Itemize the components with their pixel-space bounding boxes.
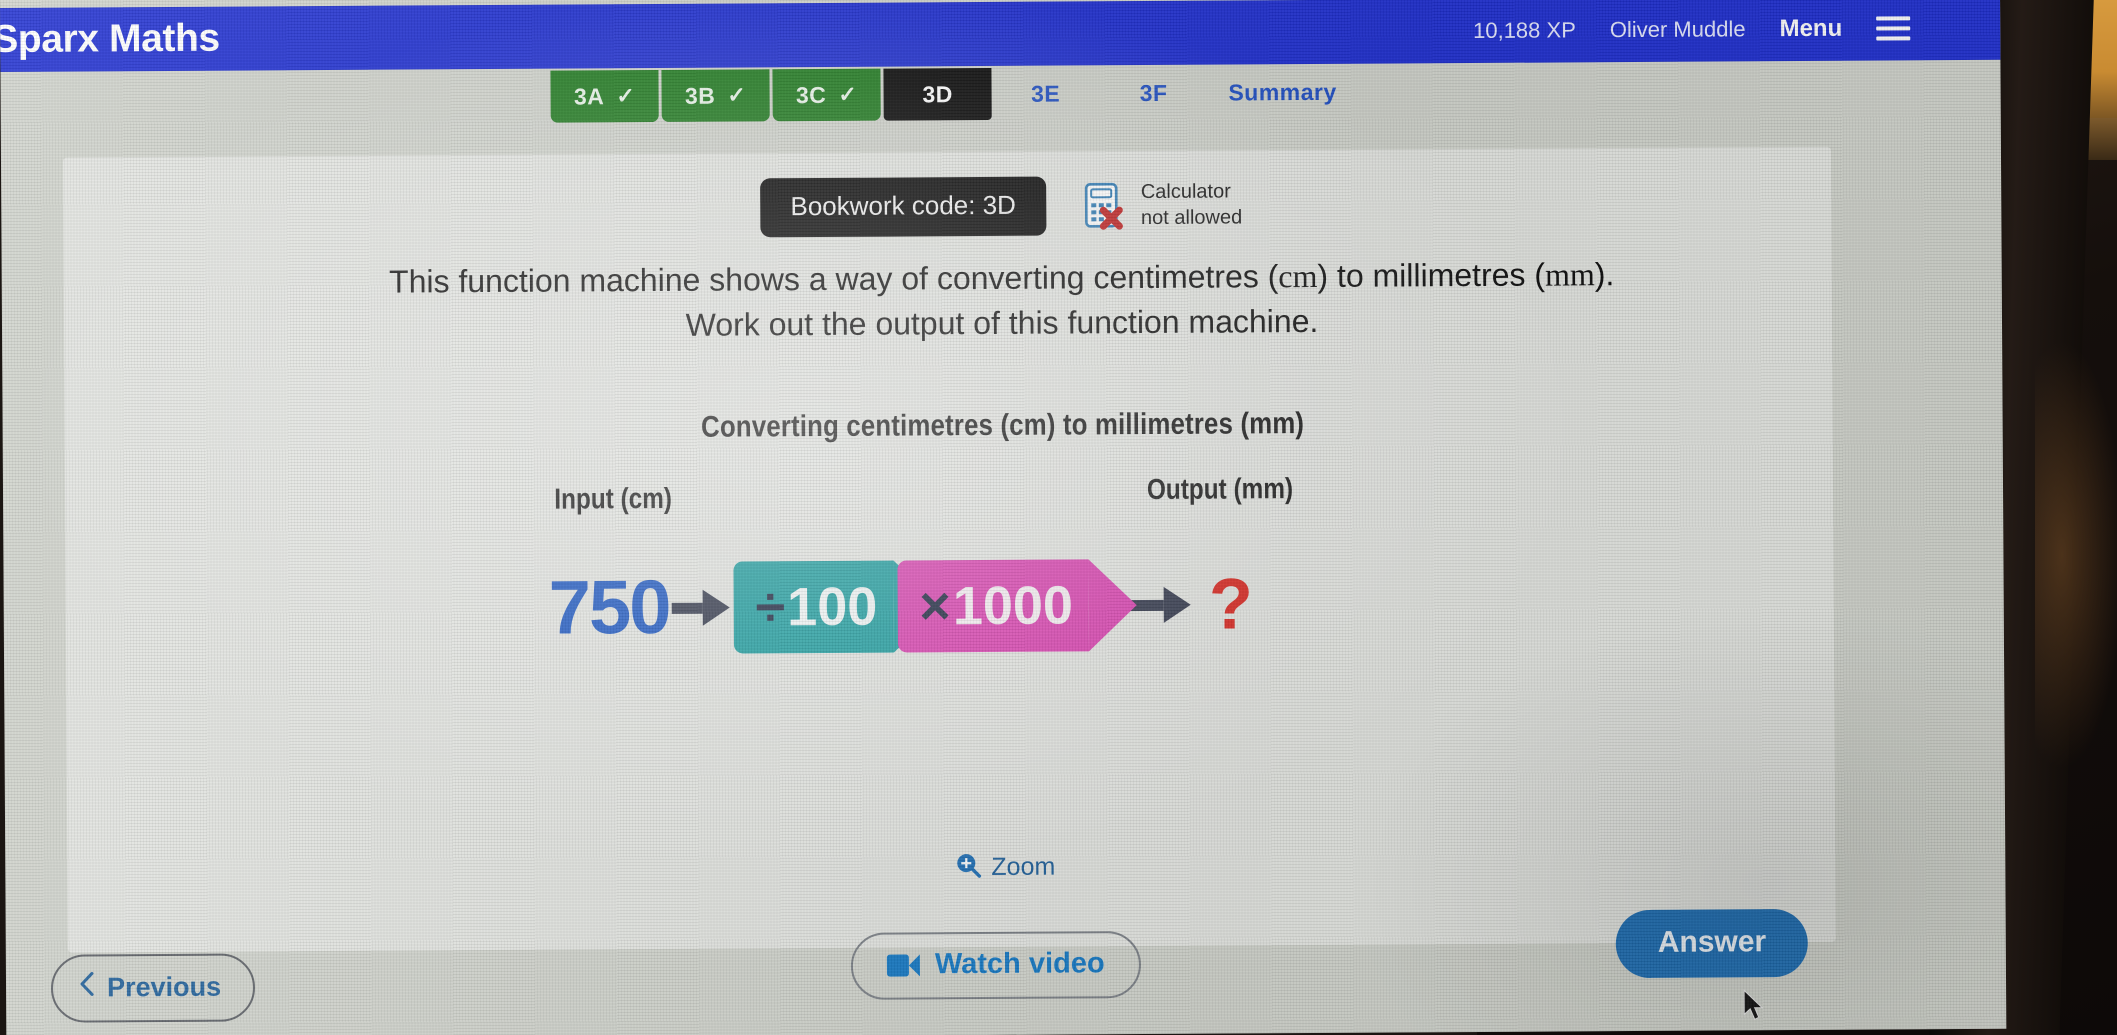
calculator-notice: Calculator not allowed: [1084, 179, 1242, 231]
unit-cm: cm: [1278, 257, 1318, 295]
zoom-label: Zoom: [991, 852, 1056, 881]
tab-3a-label: 3A: [573, 82, 605, 109]
tab-3a[interactable]: 3A ✓: [550, 69, 659, 123]
tabs-spacer: [0, 71, 550, 126]
app-header: Sparx Maths 10,188 XP Oliver Muddle Menu: [0, 0, 2007, 73]
tab-3f[interactable]: 3F: [1099, 67, 1207, 120]
previous-button-label: Previous: [106, 971, 222, 1002]
calculator-line-2: not allowed: [1140, 205, 1243, 229]
watch-video-button[interactable]: Watch video: [850, 931, 1141, 1000]
question-text: This function machine shows a way of con…: [2, 250, 2003, 352]
calculator-not-allowed-icon: [1084, 182, 1128, 230]
question-line-1b: ) to millimetres (: [1317, 256, 1546, 294]
user-name[interactable]: Oliver Muddle: [1610, 16, 1746, 43]
magnifier-plus-icon[interactable]: [955, 852, 982, 883]
question-line-1a: This function machine shows a way of con…: [388, 258, 1279, 300]
menu-button[interactable]: Menu: [1779, 15, 1842, 43]
tab-3b-label: 3B: [684, 82, 716, 109]
answer-button[interactable]: Answer: [1615, 908, 1809, 979]
operation-box-multiply: × 1000: [897, 559, 1090, 653]
tab-3e-label: 3E: [1030, 80, 1061, 107]
question-line-1c: ).: [1594, 256, 1615, 293]
tab-3e[interactable]: 3E: [991, 67, 1099, 120]
output-value-placeholder: ?: [1208, 564, 1254, 645]
arrow-right-icon: [671, 589, 730, 626]
tab-3c-label: 3C: [795, 81, 827, 108]
video-camera-icon: [886, 953, 920, 977]
tab-3b[interactable]: 3B ✓: [661, 69, 770, 122]
bookwork-row: Bookwork code: 3D Calculator not allowed: [1, 171, 2001, 242]
function-machine-diagram: 750 ÷ 100 × 1000 ?: [3, 525, 2004, 687]
tab-3c[interactable]: 3C ✓: [772, 68, 881, 122]
operation-box-divide: ÷ 100: [733, 560, 894, 654]
chevron-left-icon: [79, 970, 95, 1004]
header-right-group: 10,188 XP Oliver Muddle Menu: [1473, 14, 2006, 45]
tab-3d[interactable]: 3D: [883, 67, 992, 121]
divide-symbol: ÷: [755, 577, 786, 638]
unit-mm: mm: [1544, 256, 1595, 293]
tab-3f-label: 3F: [1139, 79, 1168, 106]
xp-counter: 10,188 XP: [1472, 17, 1576, 44]
mouse-cursor: [1743, 989, 1769, 1030]
figure-axis-labels: Input (cm) Output (mm): [3, 469, 2003, 527]
multiply-symbol: ×: [919, 576, 952, 637]
check-icon: ✓: [616, 83, 636, 109]
app-logo[interactable]: Sparx Maths: [0, 17, 220, 62]
tab-3d-label: 3D: [922, 80, 953, 107]
function-machine-figure: Converting centimetres (cm) to millimetr…: [3, 403, 2005, 687]
task-tab-bar: 3A ✓ 3B ✓ 3C ✓ 3D 3E 3F Summary: [0, 62, 2000, 126]
input-label: Input (cm): [554, 482, 673, 516]
hamburger-icon[interactable]: [1876, 16, 1911, 41]
calculator-notice-text: Calculator not allowed: [1141, 179, 1242, 231]
check-icon: ✓: [838, 81, 858, 107]
multiply-operand: 1000: [952, 575, 1074, 637]
previous-button[interactable]: Previous: [50, 953, 256, 1023]
divide-operand: 100: [786, 576, 878, 638]
tab-summary[interactable]: Summary: [1207, 66, 1357, 119]
bookwork-code-badge: Bookwork code: 3D: [760, 176, 1047, 238]
input-value: 750: [548, 564, 670, 651]
check-icon: ✓: [727, 82, 747, 108]
watch-video-label: Watch video: [934, 947, 1105, 981]
tab-summary-label: Summary: [1228, 78, 1337, 105]
output-label: Output (mm): [1146, 473, 1294, 507]
calculator-line-1: Calculator: [1140, 180, 1231, 203]
photographed-screen: Sparx Maths 10,188 XP Oliver Muddle Menu…: [0, 0, 2117, 1035]
monitor-bezel-glow: [2035, 340, 2117, 770]
screen-content: Sparx Maths 10,188 XP Oliver Muddle Menu…: [0, 0, 2007, 1035]
